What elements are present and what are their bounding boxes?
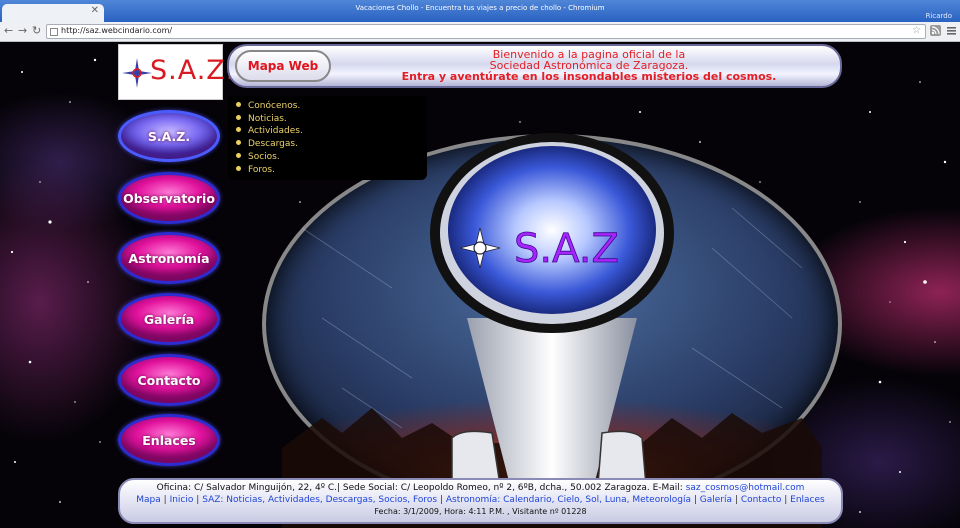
lens-overlay-text: S.A.Z [514, 226, 619, 272]
footer-link-contacto[interactable]: Contacto [741, 495, 782, 505]
page-viewport: S.A.Z. Mapa Web Bienvenido a la pagina o… [0, 42, 960, 528]
address-bar[interactable]: http://saz.webcindario.com/ ☆ [46, 24, 926, 39]
bullet-icon [236, 140, 241, 146]
reload-icon[interactable]: ↻ [32, 24, 41, 38]
footer-link-mapa[interactable]: Mapa [136, 495, 161, 505]
footer-link-astronomia[interactable]: Astronomía: Calendario, Cielo, Sol, Luna… [446, 495, 691, 505]
nav-astronomia-button[interactable]: Astronomía [118, 232, 220, 284]
bookmark-star-icon[interactable]: ☆ [912, 25, 921, 36]
footer-status: Fecha: 3/1/2009, Hora: 4:11 P.M. , Visit… [374, 507, 587, 516]
submenu-item[interactable]: Foros. [236, 164, 427, 177]
browser-title-bar: ✕ Vacaciones Chollo - Encuentra tus viaj… [0, 0, 960, 22]
nav-galeria-button[interactable]: Galería [118, 293, 220, 345]
bullet-icon [236, 102, 241, 107]
welcome-message: Bienvenido a la pagina oficial de la Soc… [349, 49, 829, 82]
bullet-icon [236, 114, 241, 120]
footer-panel: Oficina: C/ Salvador Minguijón, 22, 4º C… [118, 478, 843, 524]
browser-toolbar: ← → ↻ http://saz.webcindario.com/ ☆ [0, 22, 960, 42]
menu-icon[interactable] [946, 25, 957, 36]
page-icon [50, 28, 58, 36]
nav-contacto-button[interactable]: Contacto [118, 354, 220, 406]
footer-link-saz[interactable]: SAZ: Noticias, Actividades, Descargas, S… [202, 495, 437, 505]
footer-link-galeria[interactable]: Galería [700, 495, 732, 505]
welcome-line: Entra y aventúrate en los insondables mi… [401, 70, 777, 83]
submenu-item[interactable]: Conócenos. [236, 100, 427, 113]
bullet-icon [236, 152, 241, 158]
footer-address: Oficina: C/ Salvador Minguijón, 22, 4º C… [156, 483, 805, 493]
back-icon[interactable]: ← [4, 24, 13, 38]
url-text[interactable]: http://saz.webcindario.com/ [61, 26, 172, 35]
saz-submenu: Conócenos. Noticias. Actividades. Descar… [228, 96, 427, 180]
submenu-item[interactable]: Noticias. [236, 113, 427, 126]
footer-links: Mapa | Inicio | SAZ: Noticias, Actividad… [136, 495, 825, 505]
site-map-button[interactable]: Mapa Web [235, 50, 331, 82]
bullet-icon [236, 127, 241, 133]
window-title: Vacaciones Chollo - Encuentra tus viajes… [355, 4, 605, 12]
nav-observatorio-button[interactable]: Observatorio [118, 172, 220, 224]
profile-name[interactable]: Ricardo [926, 12, 952, 20]
forward-icon[interactable]: → [18, 24, 27, 38]
bullet-icon [236, 165, 241, 171]
logo-text: S.A.Z. [150, 55, 236, 86]
nav-enlaces-button[interactable]: Enlaces [118, 414, 220, 466]
footer-link-inicio[interactable]: Inicio [170, 495, 194, 505]
compass-star-icon [122, 58, 152, 88]
submenu-item[interactable]: Actividades. [236, 125, 427, 138]
submenu-item[interactable]: Socios. [236, 151, 427, 164]
nav-saz-button[interactable]: S.A.Z. [118, 110, 220, 162]
email-link[interactable]: saz_cosmos@hotmail.com [686, 483, 805, 493]
submenu-item[interactable]: Descargas. [236, 138, 427, 151]
rss-icon[interactable] [930, 25, 941, 36]
footer-link-enlaces[interactable]: Enlaces [790, 495, 825, 505]
header-banner: Mapa Web Bienvenido a la pagina oficial … [227, 44, 842, 88]
saz-logo[interactable]: S.A.Z. [118, 44, 234, 100]
